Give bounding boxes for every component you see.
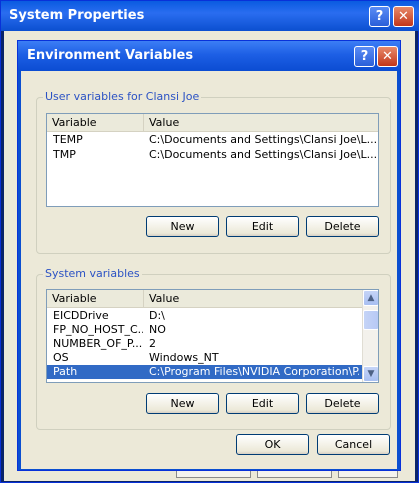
environment-variables-dialog: Environment Variables ? ✕ User variables… <box>17 40 401 471</box>
system-properties-title: System Properties <box>9 8 145 23</box>
value-cell: NO <box>149 323 166 336</box>
column-header-value[interactable]: Value <box>144 290 364 308</box>
close-icon[interactable]: ✕ <box>393 6 414 27</box>
table-row[interactable]: EICDDrive D:\ <box>47 309 362 323</box>
user-delete-button[interactable]: Delete <box>306 216 379 237</box>
cancel-button[interactable]: Cancel <box>317 434 390 455</box>
dialog-body: User variables for Clansi Joe Variable V… <box>21 71 397 469</box>
system-new-button[interactable]: New <box>146 393 219 414</box>
table-row[interactable]: TEMP C:\Documents and Settings\Clansi Jo… <box>47 133 378 147</box>
scroll-thumb[interactable] <box>363 310 378 330</box>
list-header: Variable Value <box>47 114 378 132</box>
value-cell: C:\Program Files\NVIDIA Corporation\P... <box>149 365 359 378</box>
system-variables-label: System variables <box>43 267 142 280</box>
table-row[interactable]: OS Windows_NT <box>47 351 362 365</box>
user-edit-button[interactable]: Edit <box>226 216 299 237</box>
variable-cell: NUMBER_OF_P... <box>53 337 143 350</box>
user-variables-label: User variables for Clansi Joe <box>43 90 202 103</box>
table-row[interactable]: TMP C:\Documents and Settings\Clansi Joe… <box>47 148 378 162</box>
system-variables-group: System variables Variable Value EICDDriv… <box>36 267 391 430</box>
user-variables-group: User variables for Clansi Joe Variable V… <box>36 90 391 254</box>
column-header-variable[interactable]: Variable <box>47 290 144 308</box>
column-header-variable[interactable]: Variable <box>47 114 144 132</box>
user-new-button[interactable]: New <box>146 216 219 237</box>
variable-cell: EICDDrive <box>53 309 109 322</box>
table-row-selected[interactable]: Path C:\Program Files\NVIDIA Corporation… <box>47 365 362 379</box>
variable-cell: FP_NO_HOST_C... <box>53 323 143 336</box>
variable-cell: Path <box>53 365 78 378</box>
scroll-down-icon[interactable]: ▼ <box>363 366 378 382</box>
user-variables-list[interactable]: Variable Value TEMP C:\Documents and Set… <box>46 113 379 207</box>
value-cell: D:\ <box>149 309 165 322</box>
help-icon[interactable]: ? <box>369 6 390 27</box>
variable-cell: TMP <box>53 148 76 161</box>
vertical-scrollbar[interactable]: ▲ ▼ <box>362 290 378 382</box>
value-cell: Windows_NT <box>149 351 219 364</box>
scroll-up-icon[interactable]: ▲ <box>363 290 378 306</box>
table-row[interactable]: FP_NO_HOST_C... NO <box>47 323 362 337</box>
column-header-value[interactable]: Value <box>144 114 378 132</box>
value-cell: 2 <box>149 337 156 350</box>
close-icon[interactable]: ✕ <box>377 46 398 67</box>
environment-variables-titlebar[interactable]: Environment Variables ? ✕ <box>18 41 400 71</box>
value-cell: C:\Documents and Settings\Clansi Joe\L..… <box>149 148 378 161</box>
system-properties-titlebar[interactable]: System Properties ? ✕ <box>1 1 419 31</box>
help-icon[interactable]: ? <box>354 46 375 67</box>
system-variables-list[interactable]: Variable Value EICDDrive D:\ FP_NO_HOST_… <box>46 289 379 383</box>
ok-button[interactable]: OK <box>236 434 309 455</box>
system-edit-button[interactable]: Edit <box>226 393 299 414</box>
variable-cell: TEMP <box>53 133 83 146</box>
system-delete-button[interactable]: Delete <box>306 393 379 414</box>
dialog-title: Environment Variables <box>27 48 194 63</box>
table-row[interactable]: NUMBER_OF_P... 2 <box>47 337 362 351</box>
list-header: Variable Value <box>47 290 364 308</box>
value-cell: C:\Documents and Settings\Clansi Joe\L..… <box>149 133 378 146</box>
variable-cell: OS <box>53 351 69 364</box>
